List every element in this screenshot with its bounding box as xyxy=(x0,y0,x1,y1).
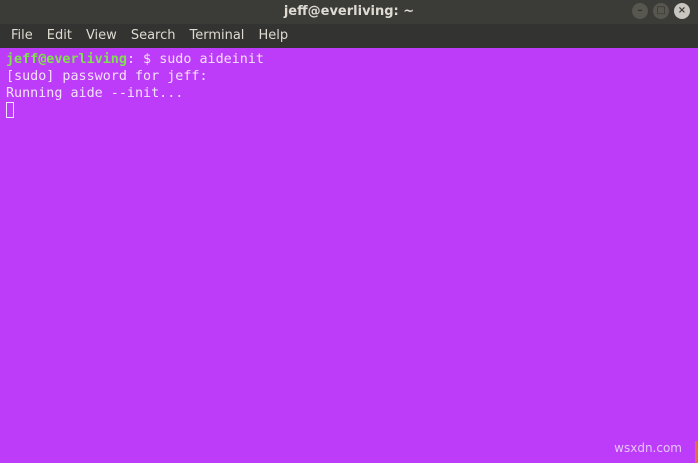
prompt-user: jeff@everliving xyxy=(6,52,127,67)
close-button[interactable]: × xyxy=(674,3,690,19)
text-cursor xyxy=(6,102,14,118)
window-controls: – □ × xyxy=(632,3,690,19)
menu-bar: File Edit View Search Terminal Help xyxy=(0,24,698,48)
menu-terminal[interactable]: Terminal xyxy=(182,24,251,48)
menu-search[interactable]: Search xyxy=(124,24,183,48)
cursor-line xyxy=(6,102,698,119)
command-text: sudo aideinit xyxy=(159,52,264,67)
output-line: [sudo] password for jeff: xyxy=(6,69,208,84)
terminal-output[interactable]: jeff@everliving: $ sudo aideinit [sudo] … xyxy=(0,48,698,463)
prompt-symbol: $ xyxy=(135,52,160,67)
menu-edit[interactable]: Edit xyxy=(40,24,79,48)
menu-file[interactable]: File xyxy=(4,24,40,48)
command-line: jeff@everliving: $ sudo aideinit xyxy=(6,51,698,68)
prompt-separator: : xyxy=(126,52,135,67)
terminal-window: jeff@everliving: ~ – □ × File Edit View … xyxy=(0,0,698,463)
title-bar[interactable]: jeff@everliving: ~ – □ × xyxy=(0,0,698,24)
minimize-button[interactable]: – xyxy=(632,3,648,19)
maximize-button[interactable]: □ xyxy=(653,3,669,19)
watermark: wsxdn.com xyxy=(614,441,682,455)
window-title: jeff@everliving: ~ xyxy=(283,4,415,19)
menu-view[interactable]: View xyxy=(79,24,124,48)
menu-help[interactable]: Help xyxy=(251,24,295,48)
output-line: Running aide --init... xyxy=(6,86,184,101)
